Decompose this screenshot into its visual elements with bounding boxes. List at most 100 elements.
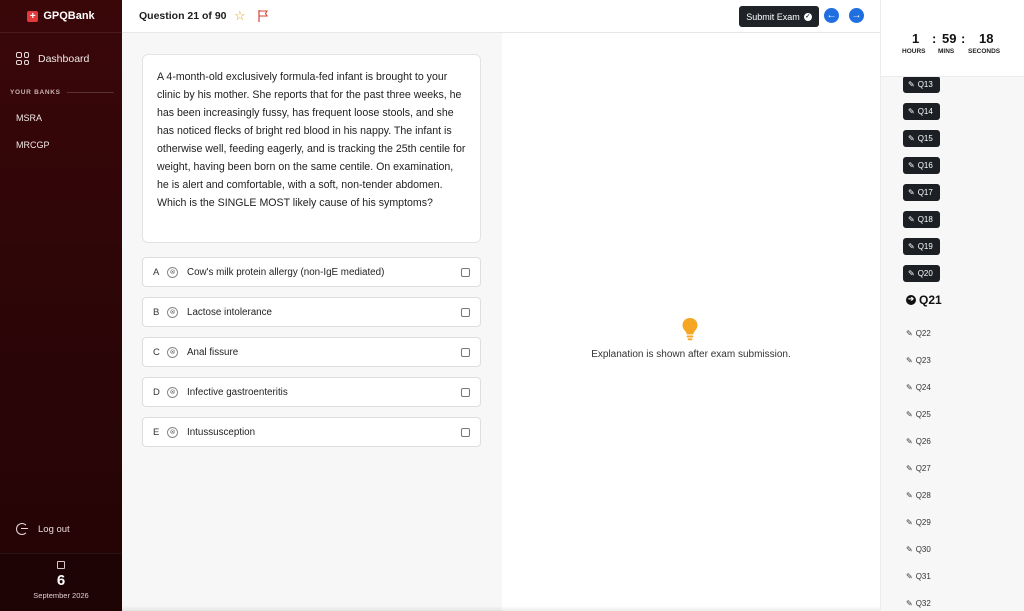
strike-out-icon[interactable]: ⊗ [167,386,178,398]
submit-exam-label: Submit Exam [746,11,800,22]
pencil-icon: ✎ [906,572,913,581]
question-nav-item-q19[interactable]: ✎ Q19 [903,238,940,255]
question-nav-item-q26[interactable]: ✎ Q26 [903,433,934,450]
option-letter: C [153,346,160,358]
question-nav-item-q27[interactable]: ✎ Q27 [903,460,934,477]
date-month-year: September 2026 [33,591,89,600]
brand-plus-icon: + [27,10,39,22]
timer-seconds-label: SECONDS [968,48,1001,55]
question-nav-label: Q32 [915,599,931,608]
top-bar: Question 21 of 90 ☆ Submit Exam ✓ ← → [122,0,880,33]
question-navigator-panel: 1 : 59 : 18 HOURS MINS SECONDS ✎ Q13 ✎ Q14 ✎… [880,0,1024,611]
question-nav-item-q31[interactable]: ✎ Q31 [903,568,934,585]
question-nav-label: Q16 [917,161,933,170]
banks-heading: YOUR BANKS [10,89,114,96]
pencil-icon: ✎ [906,491,913,500]
question-nav-item-q17[interactable]: ✎ Q17 [903,184,940,201]
pencil-icon: ✎ [906,410,913,419]
option-letter: D [153,386,160,398]
sidebar-item-dashboard[interactable]: Dashboard [16,52,89,65]
pencil-icon: ✎ [908,242,915,251]
timer-mins: 59 [942,31,957,46]
question-nav-label: Q21 [919,292,942,307]
option-checkbox[interactable] [461,307,470,317]
strike-out-icon[interactable]: ⊗ [167,266,178,278]
brand[interactable]: + GPQBank [0,0,122,33]
question-nav-item-q29[interactable]: ✎ Q29 [903,514,934,531]
question-nav-item-q20[interactable]: ✎ Q20 [903,265,940,282]
pencil-icon: ✎ [906,518,913,527]
question-nav-label: Q31 [915,572,931,581]
option-text: Infective gastroenteritis [187,386,288,398]
sidebar: + GPQBank Dashboard YOUR BANKS MSRA MRCG… [0,0,122,611]
question-counter: Question 21 of 90 [139,10,227,22]
pencil-icon: ✎ [906,545,913,554]
flag-icon[interactable] [258,10,268,22]
logout-icon [16,523,28,535]
question-nav-item-q25[interactable]: ✎ Q25 [903,406,934,423]
answer-option-e[interactable]: E ⊗ Intussusception [142,417,481,447]
strike-out-icon[interactable]: ⊗ [167,306,178,318]
question-nav-item-q21[interactable]: ➔ Q21 [906,291,942,308]
pencil-icon: ✎ [906,383,913,392]
strike-out-icon[interactable]: ⊗ [167,346,178,358]
strike-out-icon[interactable]: ⊗ [167,426,178,438]
answer-option-c[interactable]: C ⊗ Anal fissure [142,337,481,367]
current-arrow-icon: ➔ [906,294,916,305]
question-nav-label: Q23 [915,356,931,365]
option-checkbox[interactable] [461,427,470,437]
option-checkbox[interactable] [461,387,470,397]
question-nav-label: Q22 [915,329,931,338]
timer-hours: 1 [912,31,920,46]
submit-exam-button[interactable]: Submit Exam ✓ [739,6,819,27]
calendar-icon [57,561,65,569]
question-nav-item-q24[interactable]: ✎ Q24 [903,379,934,396]
timer-separator: : [932,31,937,46]
answer-option-d[interactable]: D ⊗ Infective gastroenteritis [142,377,481,407]
question-nav-label: Q14 [917,107,933,116]
star-icon[interactable]: ☆ [234,9,246,22]
question-nav-label: Q25 [915,410,931,419]
question-list: ✎ Q13 ✎ Q14 ✎ Q15 ✎ Q16 ✎ Q17 ✎ Q18 ✎ Q19 ✎ Q20 ➔ Q21 ✎ Q22… [881,77,1024,611]
question-stem: A 4-month-old exclusively formula-fed in… [142,54,481,243]
brand-name: GPQBank [43,10,95,22]
question-nav-item-q13[interactable]: ✎ Q13 [903,77,940,93]
option-letter: E [153,426,160,438]
previous-question-button[interactable]: ← [824,8,839,23]
pencil-icon: ✎ [908,107,915,116]
explanation-panel: Explanation is shown after exam submissi… [502,33,880,611]
date-widget: 6 September 2026 [0,553,122,611]
question-nav-item-q32[interactable]: ✎ Q32 [903,595,934,611]
pencil-icon: ✎ [906,599,913,608]
timer-separator: : [961,31,966,46]
pencil-icon: ✎ [906,464,913,473]
option-text: Intussusception [187,426,256,438]
dashboard-grid-icon [16,52,29,65]
question-nav-item-q23[interactable]: ✎ Q23 [903,352,934,369]
pencil-icon: ✎ [908,134,915,143]
sidebar-item-mrcgp[interactable]: MRCGP [16,140,50,150]
question-nav-item-q18[interactable]: ✎ Q18 [903,211,940,228]
question-nav-label: Q15 [917,134,933,143]
option-checkbox[interactable] [461,347,470,357]
pencil-icon: ✎ [908,188,915,197]
option-text: Anal fissure [187,346,239,358]
question-nav-item-q22[interactable]: ✎ Q22 [903,325,934,342]
answer-option-a[interactable]: A ⊗ Cow's milk protein allergy (non-IgE … [142,257,481,287]
logout-label: Log out [38,523,70,535]
answer-option-b[interactable]: B ⊗ Lactose intolerance [142,297,481,327]
question-nav-item-q16[interactable]: ✎ Q16 [903,157,940,174]
check-circle-icon: ✓ [803,12,812,21]
question-nav-item-q30[interactable]: ✎ Q30 [903,541,934,558]
sidebar-item-msra[interactable]: MSRA [16,113,42,123]
timer-seconds: 18 [979,31,994,46]
question-nav-label: Q24 [915,383,931,392]
question-nav-item-q28[interactable]: ✎ Q28 [903,487,934,504]
logout-button[interactable]: Log out [16,523,70,535]
question-nav-item-q14[interactable]: ✎ Q14 [903,103,940,120]
option-checkbox[interactable] [461,267,470,277]
question-nav-item-q15[interactable]: ✎ Q15 [903,130,940,147]
option-letter: A [153,266,160,278]
explanation-message: Explanation is shown after exam submissi… [591,349,791,360]
next-question-button[interactable]: → [849,8,864,23]
